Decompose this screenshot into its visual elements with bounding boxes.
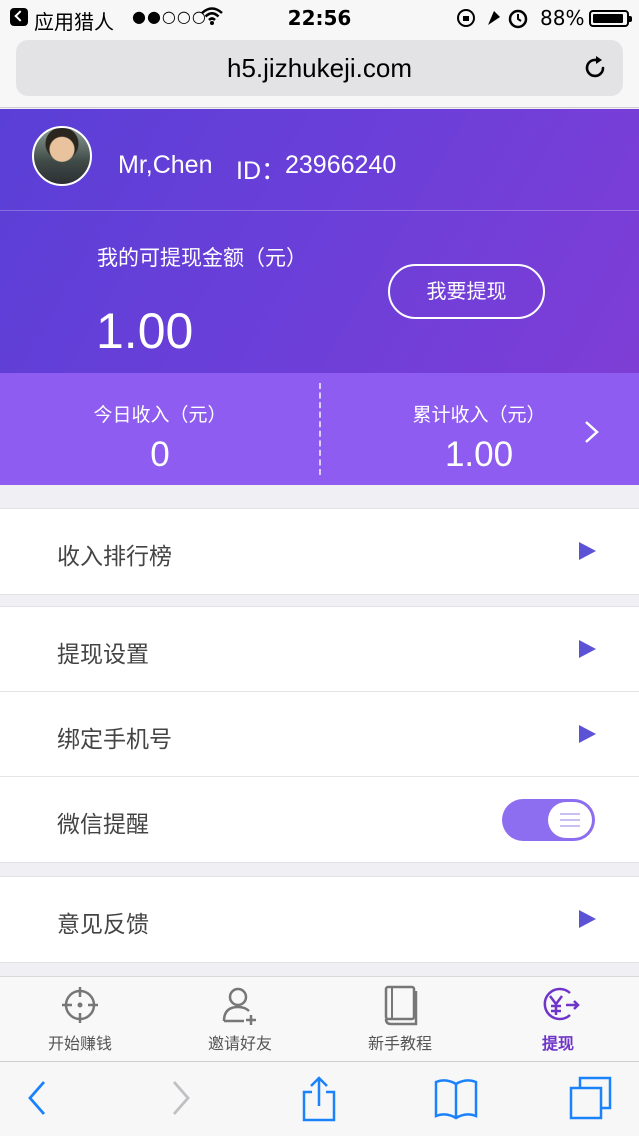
play-arrow-icon <box>579 910 596 928</box>
play-arrow-icon <box>579 725 596 743</box>
tab-invite-friends[interactable]: 邀请好友 <box>160 977 320 1062</box>
address-bar[interactable]: h5.jizhukeji.com <box>16 40 623 96</box>
menu-item-feedback[interactable]: 意见反馈 <box>0 877 639 962</box>
battery-icon <box>589 10 632 27</box>
tab-label: 开始赚钱 <box>47 1034 112 1053</box>
balance-label: 我的可提现金额（元） <box>97 246 307 270</box>
play-arrow-icon <box>579 640 596 658</box>
tab-tutorial[interactable]: 新手教程 <box>320 977 480 1062</box>
menu-item-withdraw-settings[interactable]: 提现设置 <box>0 607 639 692</box>
menu-label-wechat-reminder: 微信提醒 <box>57 812 149 838</box>
menu-group-settings: 提现设置 绑定手机号 微信提醒 <box>0 606 639 863</box>
menu-label-ranking: 收入排行榜 <box>57 544 172 570</box>
browser-address-area: h5.jizhukeji.com <box>0 36 639 108</box>
add-user-icon <box>222 987 256 1025</box>
menu-label-bind-phone: 绑定手机号 <box>57 727 172 753</box>
header-divider <box>0 210 639 211</box>
tab-label: 邀请好友 <box>207 1034 272 1053</box>
user-id-label: ID： <box>236 157 287 185</box>
tab-withdraw[interactable]: 提现 <box>478 977 638 1062</box>
tab-start-earning[interactable]: 开始赚钱 <box>0 977 160 1062</box>
crosshair-icon <box>62 987 98 1023</box>
today-income-label: 今日收入（元） <box>93 404 227 426</box>
user-id: 23966240 <box>285 151 397 179</box>
book-icon <box>384 985 418 1026</box>
menu-item-wechat-reminder: 微信提醒 <box>0 777 639 862</box>
today-income: 今日收入（元） 0 <box>0 373 320 485</box>
share-icon[interactable] <box>300 1076 338 1122</box>
battery-percent: 88% <box>540 6 585 30</box>
browser-toolbar <box>0 1061 639 1136</box>
yuan-withdraw-icon <box>543 987 580 1021</box>
reload-icon[interactable] <box>581 54 609 82</box>
income-stats[interactable]: 今日收入（元） 0 累计收入（元） 1.00 <box>0 373 639 485</box>
bookmarks-icon[interactable] <box>432 1076 480 1120</box>
balance-value: 1.00 <box>96 303 194 359</box>
toggle-knob <box>548 802 592 838</box>
tabs-icon[interactable] <box>568 1076 614 1120</box>
forward-icon[interactable] <box>168 1076 194 1120</box>
menu-item-bind-phone[interactable]: 绑定手机号 <box>0 692 639 777</box>
avatar[interactable] <box>32 126 92 186</box>
user-name: Mr,Chen <box>118 151 213 179</box>
wechat-reminder-toggle[interactable] <box>502 799 595 841</box>
withdraw-button[interactable]: 我要提现 <box>388 264 545 319</box>
tab-label: 提现 <box>541 1034 574 1053</box>
menu-label-feedback: 意见反馈 <box>57 912 149 938</box>
menu-group-ranking: 收入排行榜 <box>0 508 639 595</box>
menu-item-ranking[interactable]: 收入排行榜 <box>0 509 639 594</box>
app-tab-bar: 开始赚钱 邀请好友 新手教程 提现 <box>0 976 639 1061</box>
tab-label: 新手教程 <box>367 1034 432 1053</box>
status-bar: 应用猎人 ●●○○○ 22:56 88% <box>0 0 639 36</box>
url-text[interactable]: h5.jizhukeji.com <box>16 53 623 84</box>
status-indicators-icon <box>457 9 528 29</box>
account-header: Mr,Chen ID： 23966240 我的可提现金额（元） 1.00 我要提… <box>0 109 639 373</box>
back-icon[interactable] <box>24 1076 50 1120</box>
chevron-right-icon[interactable] <box>582 420 602 444</box>
play-arrow-icon <box>579 542 596 560</box>
menu-label-withdraw-settings: 提现设置 <box>57 642 149 668</box>
menu-group-feedback: 意见反馈 <box>0 876 639 963</box>
today-income-value: 0 <box>150 435 170 474</box>
